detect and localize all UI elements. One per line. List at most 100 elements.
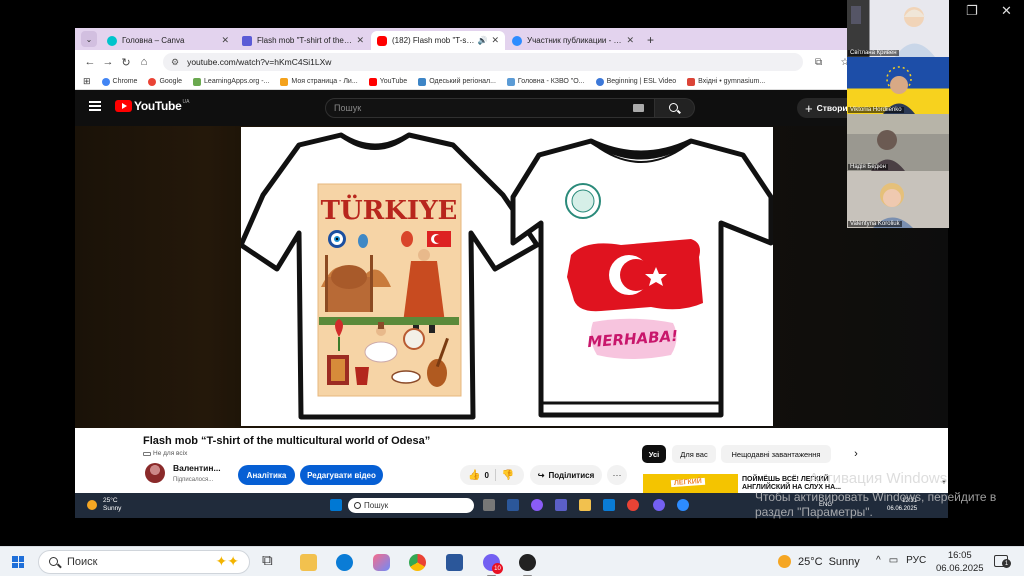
youtube-header: YouTube UA Пошук + Створи — [75, 90, 948, 126]
remote-weather-widget[interactable]: 25°C Sunny — [87, 497, 121, 513]
window-close-button[interactable]: ✕ — [1001, 4, 1012, 19]
edit-video-button[interactable]: Редагувати відео — [300, 465, 383, 485]
search-placeholder: Пошук — [334, 103, 362, 113]
network-icon[interactable]: ▭ — [889, 555, 898, 566]
zoom-icon[interactable] — [677, 499, 689, 511]
apps-grid-icon[interactable]: ⊞ — [83, 76, 91, 87]
clock[interactable]: 16:05 06.06.2025 — [936, 550, 984, 576]
recommended-video-thumbnail[interactable]: ЛЕГКИЙ — [643, 474, 738, 493]
windows-taskbar: Поиск ✦✦ ⧉ 10 25°C Sunny ^ ▭ РУС 16:05 0… — [0, 546, 1024, 576]
back-icon[interactable]: ← — [81, 56, 99, 68]
task-view-icon[interactable]: ⧉ — [262, 552, 279, 569]
sun-icon — [87, 499, 97, 510]
bookmark-youtube[interactable]: YouTube — [368, 77, 408, 86]
notification-count: 1 — [1002, 559, 1011, 568]
visibility-label: Не для всіх — [143, 450, 187, 457]
file-explorer-icon[interactable] — [579, 499, 591, 511]
bookmark-learningapps[interactable]: LearningApps.org -... — [193, 77, 270, 86]
search-placeholder: Поиск — [67, 556, 98, 568]
search-icon — [49, 557, 58, 566]
tab-close-icon[interactable]: ✕ — [626, 35, 634, 46]
video-player[interactable]: TÜRKIYE MERHABA! — [75, 126, 948, 428]
address-bar[interactable]: ⚙ youtube.com/watch?v=hKmC4Si1LXw — [163, 53, 803, 71]
youtube-search-button[interactable] — [655, 98, 695, 118]
bookmark-kzvo[interactable]: Головна - КЗВО "О... — [506, 77, 585, 86]
like-dislike-group: 👍 0 👎 — [460, 465, 524, 485]
bookmark-label: Google — [159, 78, 183, 85]
create-label: Створи — [816, 103, 848, 113]
chrome-icon[interactable] — [409, 554, 426, 571]
analytics-button[interactable]: Аналітика — [238, 465, 295, 485]
browser-tab-flashmob[interactable]: Flash mob "T-shirt of the multic ✕ — [236, 31, 370, 50]
windows-search-box[interactable]: Поиск ✦✦ — [38, 550, 250, 574]
copilot-icon[interactable] — [531, 499, 543, 511]
word-icon[interactable] — [507, 499, 519, 511]
viber-icon[interactable]: 10 — [483, 554, 503, 576]
channel-name[interactable]: Валентин... — [173, 463, 221, 473]
keyboard-icon[interactable] — [633, 104, 644, 112]
tab-close-icon[interactable]: ✕ — [221, 35, 229, 46]
new-tab-button[interactable]: + — [647, 33, 654, 47]
edge-icon[interactable] — [336, 554, 353, 571]
notifications-icon[interactable]: 1 — [994, 555, 1011, 568]
tab-close-icon[interactable]: ✕ — [491, 35, 499, 46]
more-actions-button[interactable]: ··· — [607, 465, 627, 485]
browser-tab-youtube[interactable]: (182) Flash mob "T-shirt of 🔊 ✕ — [371, 31, 505, 50]
browser-tab-zoom[interactable]: Участник публикации - Zoom ✕ — [506, 31, 640, 50]
tab-search-chevron-icon[interactable]: ⌄ — [81, 31, 97, 47]
site-settings-icon[interactable]: ⚙ — [171, 57, 179, 68]
tab-close-icon[interactable]: ✕ — [356, 35, 364, 46]
bookmark-chrome[interactable]: Chrome — [101, 77, 137, 86]
youtube-play-icon — [115, 100, 132, 112]
bookmark-label: YouTube — [379, 78, 408, 85]
chip-all[interactable]: Усі — [642, 445, 666, 463]
word-icon[interactable] — [446, 554, 463, 571]
share-button[interactable]: ↪ Поділитися — [530, 465, 602, 485]
hamburger-menu-icon[interactable] — [89, 101, 101, 111]
chrome-icon[interactable] — [627, 499, 639, 511]
participant-tile[interactable]: Надія Бедюн — [847, 114, 949, 171]
file-explorer-icon[interactable] — [300, 554, 317, 571]
url-text: youtube.com/watch?v=hKmC4Si1LXw — [187, 57, 332, 67]
windows-start-icon[interactable] — [12, 556, 24, 568]
chip-next-chevron-icon[interactable]: › — [847, 445, 865, 463]
copilot-icon[interactable] — [373, 554, 390, 571]
bookmark-gmail[interactable]: Вхідні • gymnasium... — [687, 77, 765, 86]
home-icon[interactable]: ⌂ — [135, 56, 153, 68]
participant-tile[interactable]: Valentyna Koroliuk — [847, 171, 949, 228]
bookmark-label: LearningApps.org -... — [204, 78, 270, 85]
bookmark-odesa-regional[interactable]: Одеський регіонал... — [418, 77, 496, 86]
system-tray[interactable]: ^ ▭ РУС — [876, 555, 926, 566]
chevron-up-icon[interactable]: ^ — [876, 555, 881, 566]
task-view-icon[interactable] — [483, 499, 495, 511]
channel-avatar[interactable] — [145, 463, 165, 483]
participant-tile[interactable]: Світлана Кривен — [847, 0, 949, 57]
learningapps-icon — [193, 77, 202, 86]
bookmark-my-page[interactable]: Моя страница - Ли... — [280, 77, 358, 86]
remote-search-box[interactable]: Пошук — [348, 498, 474, 513]
forward-icon[interactable]: → — [99, 56, 117, 68]
bookmark-google[interactable]: Google — [148, 77, 183, 86]
reload-icon[interactable]: ↻ — [117, 56, 135, 69]
weather-widget[interactable]: 25°C Sunny — [778, 555, 860, 568]
tab-label: (182) Flash mob "T-shirt of — [392, 36, 476, 45]
input-language[interactable]: РУС — [906, 555, 926, 566]
youtube-logo[interactable]: YouTube UA — [115, 99, 189, 113]
teams-icon[interactable] — [555, 499, 567, 511]
media-player-icon[interactable] — [519, 554, 536, 576]
bookmark-esl-video[interactable]: Beginning | ESL Video — [595, 77, 676, 86]
gmail-icon — [687, 77, 696, 86]
windows-start-icon[interactable] — [330, 499, 342, 511]
dislike-icon[interactable]: 👎 — [502, 470, 514, 481]
window-restore-button[interactable]: ❐ — [966, 4, 978, 19]
browser-tab-canva[interactable]: Головна – Canva ✕ — [101, 31, 235, 50]
youtube-search-input[interactable]: Пошук — [325, 98, 655, 118]
like-icon[interactable]: 👍 — [468, 470, 480, 481]
chip-recent-uploads[interactable]: Нещодавні завантаження — [721, 445, 831, 463]
edge-icon[interactable] — [603, 499, 615, 511]
video-frame: TÜRKIYE MERHABA! — [238, 127, 774, 426]
viber-icon[interactable] — [653, 499, 665, 511]
audio-playing-icon[interactable]: 🔊 — [477, 36, 487, 45]
chip-for-you[interactable]: Для вас — [672, 445, 716, 463]
participant-tile[interactable]: Viktoriia Hordiienko — [847, 57, 949, 114]
